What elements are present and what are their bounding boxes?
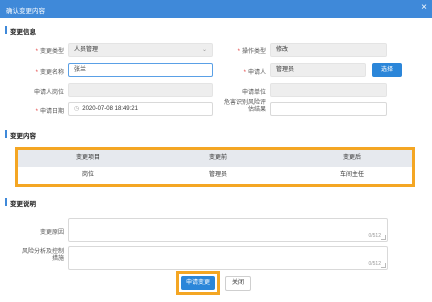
risk-result-label: 危害识别风险评 估结果 — [223, 100, 266, 113]
clock-icon: ◷ — [74, 106, 80, 112]
select-applicant-button[interactable]: 选择 — [372, 63, 402, 77]
section-title-change-content: 变更内容 — [5, 130, 36, 140]
table-header-cell: 变更后 — [342, 155, 361, 161]
change-name-input[interactable]: 张兰 — [68, 63, 213, 77]
risk-analysis-textarea[interactable]: 0/512 — [68, 246, 388, 270]
applicant-value: 管理员 — [276, 67, 295, 73]
operation-type-label: * 操作类型 — [237, 49, 266, 55]
chevron-down-icon: ⌄ — [201, 47, 207, 53]
table-row[interactable]: 岗位 管理员 车间主任 — [18, 167, 412, 184]
risk-analysis-label: 风险分析及控制 措施 — [21, 249, 64, 262]
change-content-table: 变更项目 变更前 变更后 岗位 管理员 车间主任 — [15, 147, 415, 187]
applicant-position-field[interactable] — [68, 83, 213, 97]
change-type-label: * 变更类型 — [35, 49, 64, 55]
table-cell: 车间主任 — [339, 172, 364, 178]
section-title-change-info: 变更信息 — [5, 26, 36, 36]
apply-change-button[interactable]: 申请变更 — [181, 276, 215, 290]
change-name-label: * 变更名称 — [35, 70, 64, 76]
change-reason-label: 变更原因 — [39, 230, 64, 236]
apply-button-highlight: 申请变更 — [176, 271, 220, 295]
table-header: 变更项目 变更前 变更后 — [18, 150, 412, 167]
apply-date-value: 2020-07-08 18:49:21 — [82, 106, 138, 112]
change-type-select[interactable]: 人员管理 ⌄ — [68, 43, 213, 57]
dialog-title: 确认变更内容 — [6, 8, 45, 15]
change-reason-textarea[interactable]: 0/512 — [68, 218, 388, 242]
close-icon[interactable]: × — [421, 3, 427, 13]
applicant-field[interactable]: 管理员 — [270, 63, 366, 77]
char-counter: 0/512 — [368, 233, 381, 239]
resize-handle[interactable] — [381, 263, 386, 268]
applicant-label: * 申请人 — [243, 70, 266, 76]
table-header-cell: 变更项目 — [75, 155, 100, 161]
table-cell: 岗位 — [81, 172, 94, 178]
dialog-titlebar: 确认变更内容 × — [0, 0, 432, 18]
section-title-change-desc: 变更说明 — [5, 198, 36, 208]
apply-date-picker[interactable]: ◷ 2020-07-08 18:49:21 — [68, 102, 213, 116]
applicant-unit-label: 申请单位 — [241, 90, 266, 96]
resize-handle[interactable] — [381, 235, 386, 240]
operation-type-value: 修改 — [276, 47, 289, 53]
applicant-unit-field[interactable] — [270, 83, 387, 97]
change-name-value: 张兰 — [74, 67, 87, 73]
table-cell: 管理员 — [208, 172, 227, 178]
applicant-position-label: 申请人岗位 — [33, 90, 64, 96]
risk-result-field[interactable] — [270, 102, 387, 116]
char-counter: 0/512 — [368, 261, 381, 267]
operation-type-field[interactable]: 修改 — [270, 43, 387, 57]
close-button[interactable]: 关闭 — [225, 276, 251, 291]
change-type-value: 人员管理 — [74, 47, 99, 53]
table-header-cell: 变更前 — [208, 155, 227, 161]
apply-date-label: * 申请日期 — [35, 109, 64, 115]
